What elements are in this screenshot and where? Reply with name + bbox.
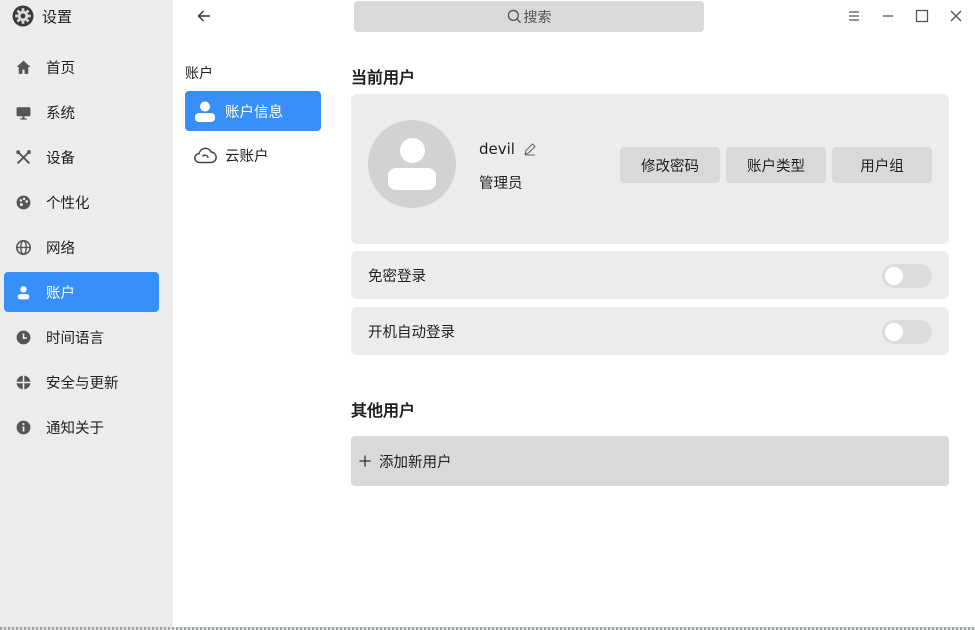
- search-input[interactable]: 搜索: [354, 1, 704, 32]
- hamburger-icon: [849, 11, 859, 21]
- auto-login-row: 开机自动登录: [351, 307, 949, 355]
- sidebar-item-label: 通知关于: [46, 420, 104, 437]
- palette-icon: [16, 195, 31, 209]
- passwordless-login-toggle[interactable]: [882, 264, 932, 288]
- subnav-item-account-info[interactable]: 账户信息: [185, 91, 321, 131]
- user-icon: [195, 101, 215, 122]
- sidebar-item-system[interactable]: 系统: [4, 92, 159, 132]
- subnav-panel: 账户 账户信息 云账户: [173, 0, 333, 627]
- clock-icon: [16, 330, 31, 344]
- sidebar-item-label: 首页: [46, 60, 75, 77]
- info-icon: [16, 420, 31, 434]
- sidebar-item-time-language[interactable]: 时间语言: [4, 317, 159, 357]
- sidebar-nav: 首页 系统 设备 个性化 网络 账户 时间语言 安全与更新 通知关于: [4, 47, 159, 452]
- avatar-head-shape: [400, 138, 425, 163]
- user-icon: [17, 285, 30, 299]
- home-icon: [16, 60, 31, 74]
- maximize-icon: [915, 9, 929, 23]
- sidebar-item-notification-about[interactable]: 通知关于: [4, 407, 159, 447]
- toggle-knob: [885, 267, 903, 285]
- arrow-left-icon: [197, 10, 210, 22]
- add-new-user-button[interactable]: 添加新用户: [351, 436, 949, 486]
- search-placeholder: 搜索: [523, 9, 552, 26]
- minimize-button[interactable]: [876, 4, 900, 28]
- sidebar-item-personalization[interactable]: 个性化: [4, 182, 159, 222]
- user-group-button[interactable]: 用户组: [832, 147, 932, 183]
- back-button[interactable]: [193, 5, 215, 27]
- sidebar-item-network[interactable]: 网络: [4, 227, 159, 267]
- minimize-icon: [883, 15, 893, 17]
- auto-login-toggle[interactable]: [882, 320, 932, 344]
- subnav-item-label: 账户信息: [225, 104, 283, 121]
- menu-button[interactable]: [842, 4, 866, 28]
- edit-pencil-icon[interactable]: [523, 142, 537, 156]
- subnav-title: 账户: [185, 66, 213, 82]
- gear-icon: [12, 5, 34, 27]
- toggle-knob: [885, 323, 903, 341]
- add-new-user-label: 添加新用户: [379, 454, 452, 471]
- app-title: 设置: [42, 7, 73, 26]
- account-type-button[interactable]: 账户类型: [726, 147, 826, 183]
- sidebar-item-label: 时间语言: [46, 330, 104, 347]
- subnav-item-label: 云账户: [225, 148, 269, 165]
- current-user-card: devil 管理员 修改密码 账户类型 用户组: [351, 94, 949, 244]
- other-users-heading: 其他用户: [351, 401, 416, 420]
- user-type-label: 管理员: [479, 176, 523, 192]
- current-user-heading: 当前用户: [351, 68, 416, 87]
- sidebar-item-label: 个性化: [46, 195, 90, 212]
- close-icon: [950, 10, 962, 22]
- sidebar-item-security-update[interactable]: 安全与更新: [4, 362, 159, 402]
- sidebar-item-label: 系统: [46, 105, 75, 122]
- avatar[interactable]: [368, 120, 456, 208]
- username-row: devil: [479, 140, 537, 158]
- sidebar-item-home[interactable]: 首页: [4, 47, 159, 87]
- tools-icon: [16, 149, 31, 164]
- sidebar-item-devices[interactable]: 设备: [4, 137, 159, 177]
- plus-icon: [359, 455, 371, 467]
- search-icon: [507, 9, 521, 24]
- close-button[interactable]: [944, 4, 968, 28]
- cloud-icon: [194, 147, 217, 164]
- sidebar: 设置 首页 系统 设备 个性化 网络 账户 时间语言 安全与更新 通知关于: [0, 0, 173, 627]
- subnav-item-cloud-account[interactable]: 云账户: [185, 135, 321, 175]
- monitor-icon: [16, 106, 31, 120]
- sidebar-item-label: 账户: [46, 285, 75, 302]
- maximize-button[interactable]: [910, 4, 934, 28]
- app-title-bar: 设置: [12, 4, 72, 28]
- shield-icon: [16, 375, 31, 389]
- auto-login-label: 开机自动登录: [368, 324, 455, 341]
- globe-icon: [16, 239, 31, 255]
- sidebar-item-label: 安全与更新: [46, 375, 119, 392]
- username: devil: [479, 140, 515, 158]
- sidebar-item-accounts[interactable]: 账户: [4, 272, 159, 312]
- change-password-button[interactable]: 修改密码: [620, 147, 720, 183]
- passwordless-login-label: 免密登录: [368, 268, 426, 285]
- avatar-body-shape: [388, 168, 436, 190]
- sidebar-item-label: 设备: [46, 150, 75, 167]
- sidebar-item-label: 网络: [46, 240, 75, 257]
- passwordless-login-row: 免密登录: [351, 251, 949, 299]
